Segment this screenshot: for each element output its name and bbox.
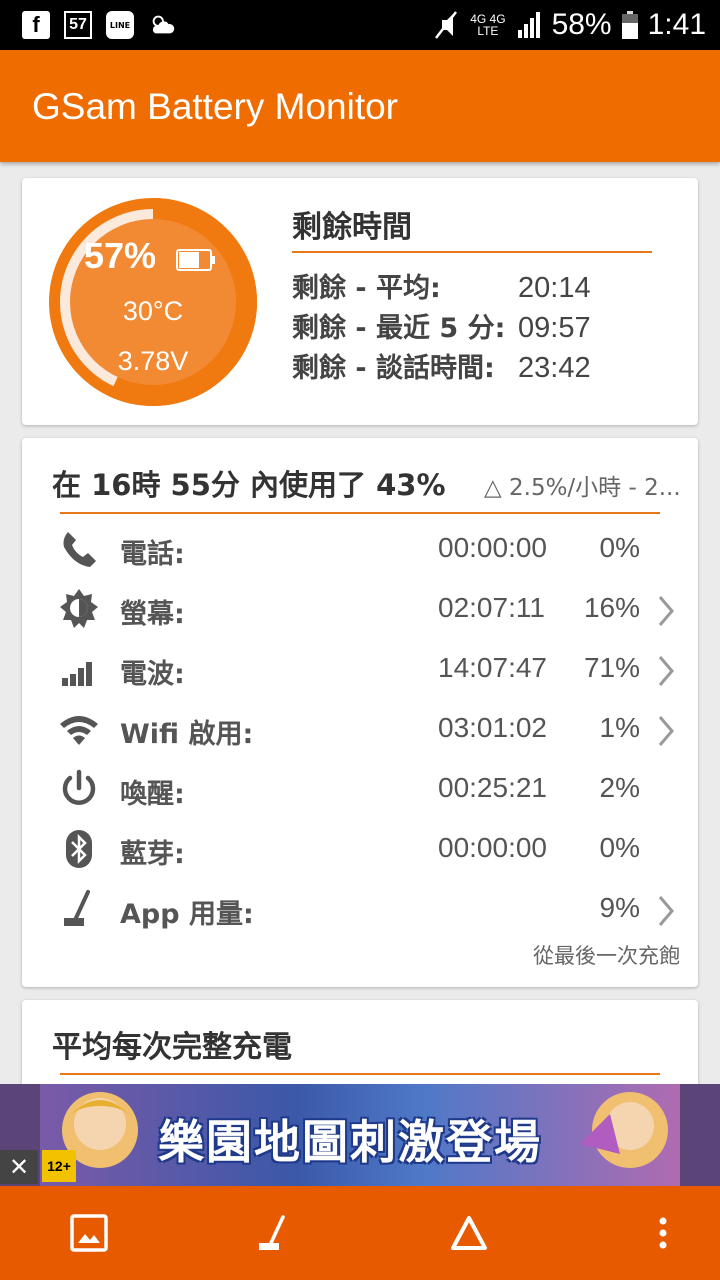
remaining-label: 剩餘 - 談話時間:	[292, 353, 495, 384]
facebook-icon: f	[22, 11, 50, 39]
line-app-icon: LINE	[106, 11, 134, 39]
remaining-value: 23:42	[518, 352, 591, 384]
cell-signal-icon	[517, 12, 540, 38]
usage-row-app[interactable]: App 用量: 9%	[22, 880, 698, 940]
usage-row-wifi[interactable]: Wifi 啟用: 03:01:02 1%	[22, 700, 698, 760]
usage-label: 藍芽:	[120, 839, 185, 870]
battery-percent: 58%	[551, 8, 612, 41]
usage-time: 00:25:21	[438, 772, 547, 803]
chevron-right-icon[interactable]	[656, 594, 676, 628]
ad-headline: 樂園地圖刺激登場	[158, 1115, 542, 1169]
phone-icon	[63, 532, 96, 567]
overflow-menu-button[interactable]	[638, 1208, 688, 1258]
screen-brightness-icon	[60, 589, 98, 628]
mute-icon	[435, 11, 458, 39]
battery-level: 57%	[84, 235, 157, 276]
chevron-right-icon[interactable]	[656, 654, 676, 688]
system-status: 4G 4G LTE 58% 1:41	[432, 8, 706, 42]
usage-row-screen[interactable]: 螢幕: 02:07:11 16%	[22, 580, 698, 640]
notification-57-icon: 57	[64, 11, 92, 39]
divider	[292, 251, 652, 253]
usage-label: App 用量:	[120, 899, 254, 930]
delta-icon	[451, 1216, 487, 1250]
broom-icon	[259, 1215, 285, 1250]
usage-time: 00:00:00	[438, 532, 547, 563]
delta-view-button[interactable]	[444, 1208, 494, 1258]
battery-voltage: 3.78V	[117, 346, 189, 376]
usage-row-phone: 電話: 00:00:00 0%	[22, 520, 698, 580]
usage-card: 在 16時 55分 內使用了 43% △ 2.5%/小時 - 2... 電話: …	[22, 438, 698, 987]
usage-percent: 9%	[599, 892, 640, 923]
remaining-row-recent: 剩餘 - 最近 5 分: 09:57	[292, 306, 591, 345]
remaining-value: 09:57	[518, 312, 591, 344]
network-type-bottom: LTE	[477, 24, 499, 38]
notification-icons: f 57 LINE	[22, 11, 176, 39]
remaining-label: 剩餘 - 平均:	[292, 273, 441, 304]
usage-row-signal[interactable]: 電波: 14:07:47 71%	[22, 640, 698, 700]
battery-level-icon	[176, 249, 215, 271]
remaining-row-average: 剩餘 - 平均: 20:14	[292, 266, 591, 305]
battery-icon	[621, 11, 638, 39]
remaining-label: 剩餘 - 最近 5 分:	[292, 313, 506, 344]
usage-label: 電波:	[120, 659, 185, 690]
usage-time: 02:07:11	[438, 592, 545, 623]
usage-percent: 0%	[599, 532, 640, 563]
ad-image: 樂園地圖刺激登場	[40, 1084, 680, 1186]
app-title: GSam Battery Monitor	[32, 86, 399, 127]
clock: 1:41	[647, 8, 706, 41]
screenshot-button[interactable]	[64, 1208, 114, 1258]
signal-bars-icon	[62, 662, 92, 686]
remaining-row-talk: 剩餘 - 談話時間: 23:42	[292, 346, 591, 385]
ad-banner[interactable]: 樂園地圖刺激登場	[0, 1084, 720, 1186]
divider	[60, 512, 660, 514]
battery-summary-card[interactable]: 57% 30°C 3.78V 剩餘時間 剩餘 - 平均: 20:14 剩餘 - 最…	[22, 178, 698, 425]
wifi-icon	[60, 716, 98, 745]
usage-time: 00:00:00	[438, 832, 547, 863]
usage-label: Wifi 啟用:	[120, 719, 254, 750]
usage-label: 喚醒:	[120, 779, 185, 810]
usage-time: 03:01:02	[438, 712, 547, 743]
usage-label: 螢幕:	[120, 599, 185, 630]
ad-age-rating: 12+	[42, 1150, 76, 1182]
network-type: 4G 4G LTE	[470, 13, 505, 37]
usage-percent: 2%	[599, 772, 640, 803]
divider	[60, 1073, 660, 1075]
remaining-title: 剩餘時間	[292, 210, 412, 245]
usage-percent: 1%	[599, 712, 640, 743]
usage-rate: △ 2.5%/小時 - 2...	[484, 475, 681, 501]
bluetooth-icon	[66, 830, 92, 868]
battery-gauge: 57% 30°C 3.78V	[42, 191, 264, 413]
usage-time: 14:07:47	[438, 652, 547, 683]
power-icon	[62, 769, 96, 805]
more-vert-icon	[659, 1217, 667, 1249]
ad-close-button[interactable]: ✕	[0, 1150, 38, 1184]
usage-label: 電話:	[120, 539, 185, 570]
since-full-charge-note: 從最後一次充飽	[533, 944, 680, 968]
chevron-right-icon[interactable]	[656, 714, 676, 748]
usage-percent: 0%	[599, 832, 640, 863]
chevron-right-icon[interactable]	[656, 894, 676, 928]
average-title: 平均每次完整充電	[52, 1030, 292, 1065]
battery-temperature: 30°C	[122, 296, 184, 326]
usage-percent: 71%	[583, 652, 640, 683]
image-icon	[70, 1214, 108, 1252]
weather-cloud-icon	[148, 11, 176, 39]
remaining-value: 20:14	[518, 272, 591, 304]
usage-percent: 16%	[583, 592, 640, 623]
app-bar: GSam Battery Monitor	[0, 50, 720, 162]
app-usage-button[interactable]	[248, 1208, 298, 1258]
usage-row-wake: 喚醒: 00:25:21 2%	[22, 760, 698, 820]
usage-row-bluetooth: 藍芽: 00:00:00 0%	[22, 820, 698, 880]
status-bar: f 57 LINE 4G 4G LTE 58% 1:41	[0, 0, 720, 50]
bottom-toolbar	[0, 1186, 720, 1280]
usage-title: 在 16時 55分 內使用了 43%	[52, 468, 446, 502]
app-broom-icon	[64, 890, 90, 926]
